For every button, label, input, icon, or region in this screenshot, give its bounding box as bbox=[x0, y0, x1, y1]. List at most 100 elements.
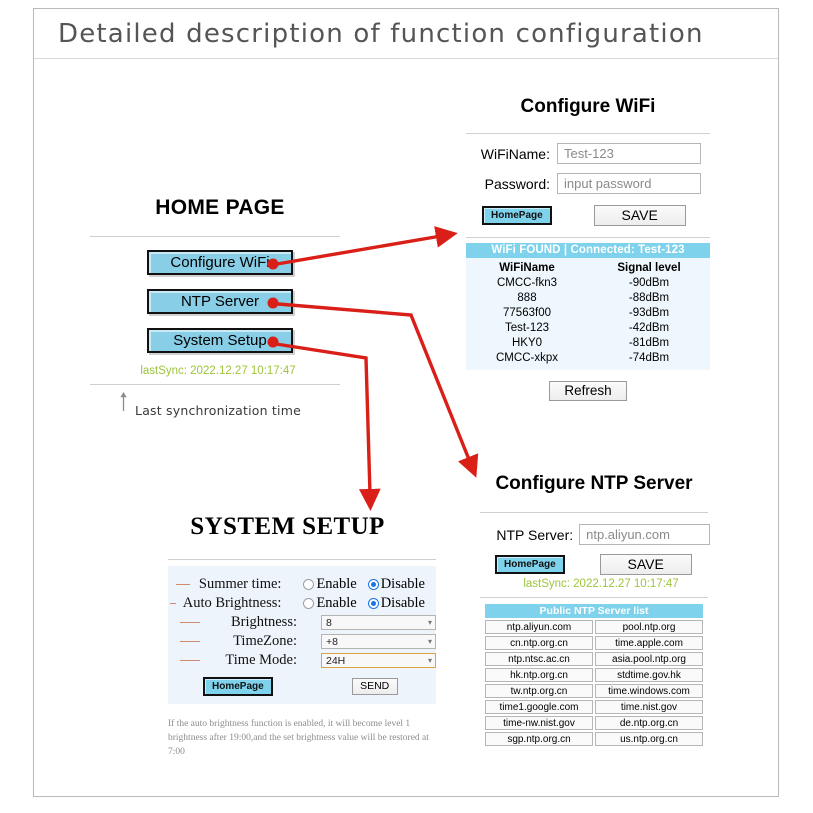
wifi-divider-top bbox=[466, 133, 710, 134]
wifi-item-signal: -90dBm bbox=[628, 277, 670, 289]
ntp-server-cell[interactable]: de.ntp.org.cn bbox=[595, 716, 703, 730]
ntp-server-cell[interactable]: tw.ntp.org.cn bbox=[485, 684, 593, 698]
ntp-table-row: time-nw.nist.gov de.ntp.org.cn bbox=[485, 716, 703, 730]
ntp-divider-top bbox=[480, 512, 708, 513]
ntp-button-row: HomePage SAVE bbox=[478, 554, 710, 575]
summer-time-enable-label: Enable bbox=[316, 576, 357, 592]
wifi-item-name: CMCC-xkpx bbox=[496, 352, 558, 364]
ntp-server-cell[interactable]: asia.pool.ntp.org bbox=[595, 652, 703, 666]
ntp-lastsync-text: lastSync: 2022.12.27 10:17:47 bbox=[523, 578, 679, 590]
wifi-found-header: WiFi FOUND | Connected: Test-123 bbox=[466, 243, 710, 258]
row-dash bbox=[180, 660, 201, 661]
wifi-name-label: WiFiName: bbox=[480, 145, 550, 162]
ntp-server-cell[interactable]: cn.ntp.org.cn bbox=[485, 636, 593, 650]
home-button-ntp-server[interactable]: NTP Server bbox=[147, 289, 293, 314]
brightness-select-wrap: 8 ▾ bbox=[321, 615, 436, 630]
auto-brightness-disable-radio[interactable] bbox=[367, 598, 379, 609]
wifi-item-name: HKY0 bbox=[511, 337, 543, 349]
chevron-down-icon: ▾ bbox=[427, 656, 432, 665]
summer-time-disable-radio[interactable] bbox=[367, 579, 379, 590]
ntp-server-cell[interactable]: sgp.ntp.org.cn bbox=[485, 732, 593, 746]
configure-ntp-title: Configure NTP Server bbox=[495, 473, 693, 494]
ntp-server-cell[interactable]: time1.google.com bbox=[485, 700, 593, 714]
ntp-server-cell[interactable]: time.apple.com bbox=[595, 636, 703, 650]
ntp-server-cell[interactable]: time-nw.nist.gov bbox=[485, 716, 593, 730]
home-page-panel: HOME PAGE Configure WiFi NTP Server Syst… bbox=[85, 196, 355, 418]
wifi-col-signal: Signal level bbox=[617, 262, 681, 274]
wifi-save-button[interactable]: SAVE bbox=[593, 205, 686, 226]
wifi-name-row: WiFiName: Test-123 bbox=[466, 143, 710, 164]
page-title-bar: Detailed description of function configu… bbox=[34, 9, 778, 59]
home-button-configure-wifi[interactable]: Configure WiFi bbox=[147, 250, 293, 275]
home-button-system-setup[interactable]: System Setup bbox=[147, 328, 293, 353]
timezone-select-value: +8 bbox=[326, 635, 338, 648]
row-dash bbox=[180, 641, 201, 642]
auto-brightness-enable-radio[interactable] bbox=[303, 598, 315, 609]
home-page-title: HOME PAGE bbox=[155, 196, 285, 219]
system-homepage-button[interactable]: HomePage bbox=[203, 677, 273, 696]
chevron-down-icon: ▾ bbox=[427, 637, 432, 646]
timezone-select[interactable]: +8 ▾ bbox=[321, 634, 436, 649]
wifi-password-label: Password: bbox=[484, 175, 550, 192]
time-mode-select[interactable]: 24H ▾ bbox=[321, 653, 436, 668]
wifi-item-signal: -74dBm bbox=[628, 352, 670, 364]
wifi-list-item[interactable]: 888 -88dBm bbox=[466, 292, 710, 304]
ntp-server-cell[interactable]: pool.ntp.org bbox=[595, 620, 703, 634]
ntp-server-cell[interactable]: us.ntp.org.cn bbox=[595, 732, 703, 746]
wifi-list-item[interactable]: HKY0 -81dBm bbox=[466, 337, 710, 349]
system-row-summer-time: Summer time: Enable Disable bbox=[168, 575, 436, 594]
wifi-divider-bottom bbox=[466, 237, 710, 238]
system-brightness-note: If the auto brightness function is enabl… bbox=[168, 719, 429, 757]
summer-time-radios: Enable Disable bbox=[303, 576, 436, 593]
wifi-table-column-headers: WiFiName Signal level bbox=[466, 262, 710, 274]
system-row-brightness: Brightness: 8 ▾ bbox=[168, 613, 436, 632]
time-mode-select-value: 24H bbox=[326, 654, 346, 667]
auto-brightness-label: Auto Brightness: bbox=[182, 595, 282, 611]
public-ntp-server-table: Public NTP Server list ntp.aliyun.com po… bbox=[485, 604, 703, 746]
ntp-server-cell[interactable]: time.nist.gov bbox=[595, 700, 703, 714]
row-dash bbox=[176, 584, 191, 585]
timezone-label: TimeZone: bbox=[233, 633, 297, 649]
ntp-server-cell[interactable]: stdtime.gov.hk bbox=[595, 668, 703, 682]
wifi-name-input[interactable]: Test-123 bbox=[557, 143, 701, 164]
ntp-save-button[interactable]: SAVE bbox=[599, 554, 692, 575]
summer-time-enable-radio[interactable] bbox=[303, 579, 315, 590]
ntp-homepage-button[interactable]: HomePage bbox=[495, 555, 565, 574]
system-row-time-mode: Time Mode: 24H ▾ bbox=[168, 651, 436, 670]
ntp-server-cell[interactable]: ntp.ntsc.ac.cn bbox=[485, 652, 593, 666]
configure-wifi-panel: Configure WiFi WiFiName: Test-123 Passwo… bbox=[466, 96, 710, 401]
wifi-homepage-button[interactable]: HomePage bbox=[482, 206, 552, 225]
ntp-server-cell[interactable]: hk.ntp.org.cn bbox=[485, 668, 593, 682]
wifi-list-item[interactable]: Test-123 -42dBm bbox=[466, 322, 710, 334]
system-send-button[interactable]: SEND bbox=[351, 678, 398, 695]
ntp-table-row: ntp.ntsc.ac.cn asia.pool.ntp.org bbox=[485, 652, 703, 666]
wifi-item-name: 77563f00 bbox=[503, 307, 551, 319]
ntp-server-cell[interactable]: ntp.aliyun.com bbox=[485, 620, 593, 634]
row-dash bbox=[170, 603, 177, 604]
system-row-timezone: TimeZone: +8 ▾ bbox=[168, 632, 436, 651]
auto-brightness-disable-label: Disable bbox=[380, 595, 425, 611]
wifi-list-item[interactable]: CMCC-fkn3 -90dBm bbox=[466, 277, 710, 289]
wifi-item-name: Test-123 bbox=[504, 322, 550, 334]
wifi-refresh-row: Refresh bbox=[466, 381, 710, 401]
brightness-select[interactable]: 8 ▾ bbox=[321, 615, 436, 630]
wifi-password-row: Password: input password bbox=[466, 173, 710, 194]
time-mode-label: Time Mode: bbox=[225, 652, 297, 668]
wifi-password-input[interactable]: input password bbox=[557, 173, 701, 194]
ntp-divider-bottom bbox=[480, 597, 708, 598]
ntp-table-row: ntp.aliyun.com pool.ntp.org bbox=[485, 620, 703, 634]
ntp-server-input[interactable]: ntp.aliyun.com bbox=[579, 524, 710, 545]
ntp-server-cell[interactable]: time.windows.com bbox=[595, 684, 703, 698]
wifi-item-signal: -42dBm bbox=[628, 322, 670, 334]
summer-time-disable-label: Disable bbox=[380, 576, 425, 592]
wifi-item-signal: -81dBm bbox=[628, 337, 670, 349]
ntp-table-row: cn.ntp.org.cn time.apple.com bbox=[485, 636, 703, 650]
wifi-refresh-button[interactable]: Refresh bbox=[549, 381, 627, 401]
system-row-auto-brightness: Auto Brightness: Enable Disable bbox=[168, 594, 436, 613]
wifi-list-item[interactable]: CMCC-xkpx -74dBm bbox=[466, 352, 710, 364]
chevron-down-icon: ▾ bbox=[427, 618, 432, 627]
time-mode-select-wrap: 24H ▾ bbox=[321, 653, 436, 668]
screenshot-root: Detailed description of function configu… bbox=[0, 0, 813, 813]
wifi-list-item[interactable]: 77563f00 -93dBm bbox=[466, 307, 710, 319]
home-lastsync-text: lastSync: 2022.12.27 10:17:47 bbox=[140, 365, 296, 377]
